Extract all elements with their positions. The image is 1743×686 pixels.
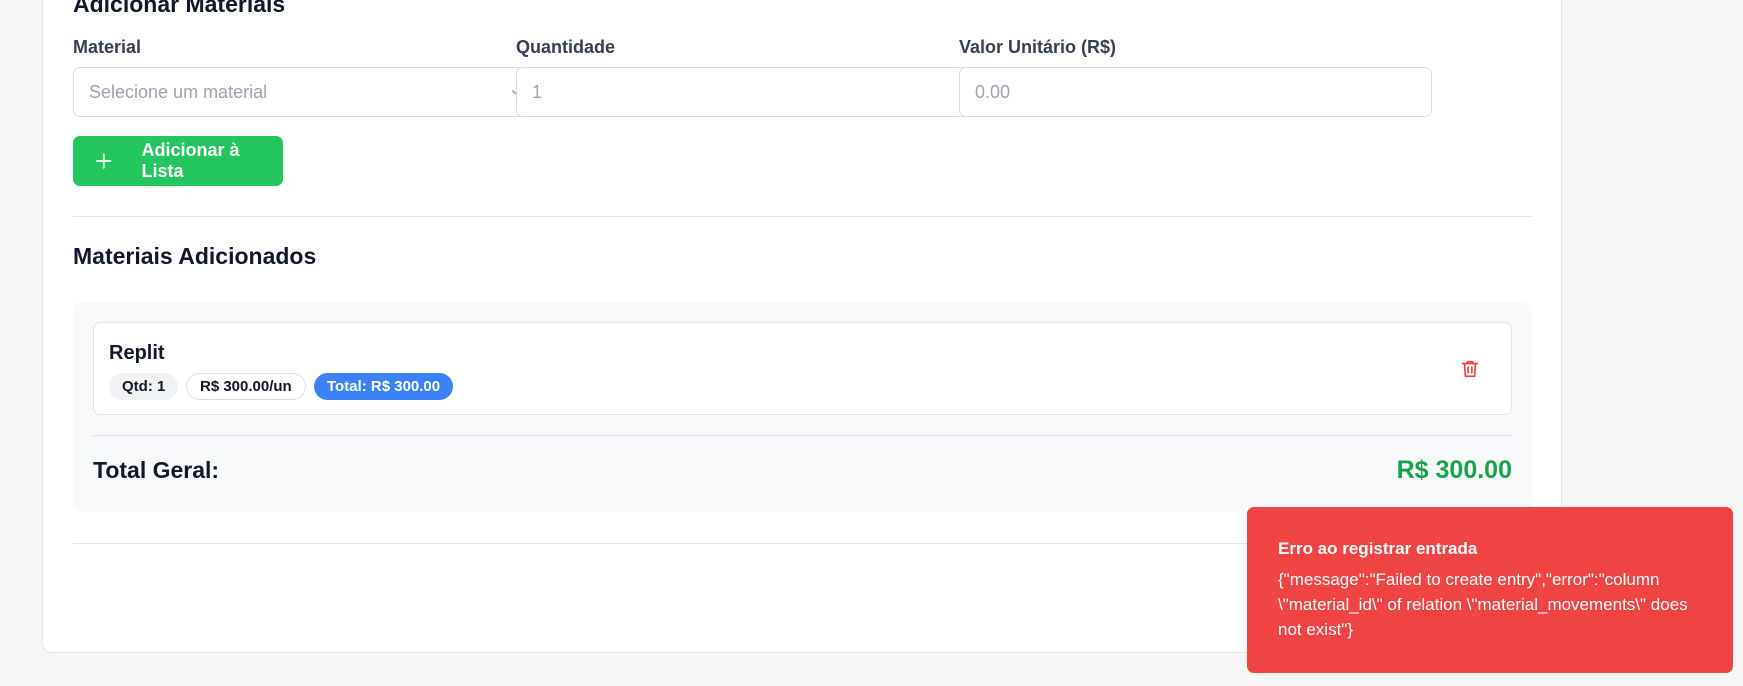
divider xyxy=(93,435,1512,436)
quantity-label: Quantidade xyxy=(516,37,616,57)
quantity-input[interactable]: 1 xyxy=(516,67,988,117)
trash-icon[interactable] xyxy=(1459,358,1481,380)
total-badge: Total: R$ 300.00 xyxy=(314,373,454,400)
quantity-badge: Qtd: 1 xyxy=(109,373,179,400)
list-item: Replit Qtd: 1 R$ 300.00/un Total: R$ 300… xyxy=(93,322,1512,415)
grand-total-value: R$ 300.00 xyxy=(1396,456,1512,484)
error-toast[interactable]: Erro ao registrar entrada {"message":"Fa… xyxy=(1247,507,1733,673)
unit-value-label: Valor Unitário (R$) xyxy=(959,37,1117,57)
unit-value-input[interactable]: 0.00 xyxy=(959,67,1432,117)
materials-list-panel: Replit Qtd: 1 R$ 300.00/un Total: R$ 300… xyxy=(73,302,1532,512)
material-select-placeholder: Selecione um material xyxy=(89,81,268,102)
toast-title: Erro ao registrar entrada xyxy=(1278,539,1478,558)
material-select[interactable]: Selecione um material xyxy=(73,67,545,117)
add-to-list-button[interactable]: Adicionar à Lista xyxy=(73,136,283,186)
unit-price-badge: R$ 300.00/un xyxy=(186,373,306,400)
plus-icon xyxy=(96,153,112,169)
unit-value-placeholder: 0.00 xyxy=(975,81,1011,102)
divider xyxy=(73,216,1532,217)
item-name: Replit xyxy=(109,342,165,364)
quantity-value: 1 xyxy=(532,81,543,102)
add-to-list-label: Adicionar à Lista xyxy=(141,140,240,181)
grand-total-label: Total Geral: xyxy=(93,457,220,483)
material-label: Material xyxy=(73,37,142,57)
toast-message: {"message":"Failed to create entry","err… xyxy=(1278,570,1688,639)
section-title-added-materials: Materiais Adicionados xyxy=(73,243,317,269)
section-title-add-materials: Adicionar Materiais xyxy=(73,0,286,17)
